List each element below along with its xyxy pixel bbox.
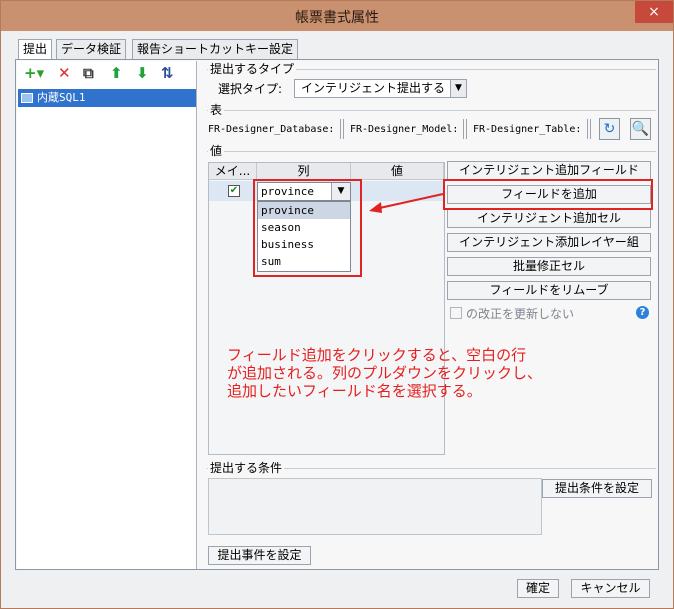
preview-icon: 🔍: [631, 121, 650, 137]
tab-shortcut-settings[interactable]: 報告ショートカットキー設定: [132, 39, 299, 60]
smart-add-field-button[interactable]: インテリジェント追加フィールド: [447, 161, 651, 180]
conditions-legend: 提出する条件: [208, 461, 285, 475]
tab-data-validation[interactable]: データ検証: [56, 39, 127, 60]
database-label: FR-Designer_Database:: [208, 124, 335, 135]
tree-item-label: 内蔵SQL1: [37, 91, 86, 104]
batch-modify-cell-button[interactable]: 批量修正セル: [447, 257, 651, 276]
submit-type-legend: 提出するタイプ: [208, 62, 297, 76]
delete-icon[interactable]: ✕: [58, 66, 71, 81]
sort-icon[interactable]: ⇅: [161, 66, 174, 81]
add-field-highlight-box: [443, 179, 653, 210]
smart-add-cell-button[interactable]: インテリジェント追加セル: [447, 209, 651, 228]
move-up-icon[interactable]: ⬆: [110, 66, 123, 81]
move-down-icon-glyph: ⬇: [136, 64, 149, 82]
annotation-line-1: フィールド追加をクリックすると、空白の行: [227, 346, 527, 364]
table-icon: [21, 93, 33, 103]
delete-icon-glyph: ✕: [58, 64, 71, 82]
tree-item-sql1[interactable]: 内蔵SQL1: [18, 89, 196, 107]
conditions-area[interactable]: [208, 478, 542, 535]
sort-icon-glyph: ⇅: [161, 64, 174, 82]
submit-type-value: インテリジェント提出する: [301, 81, 446, 95]
column-header-column[interactable]: 列: [257, 163, 351, 180]
table-divider: [207, 110, 656, 111]
row-main-checkbox[interactable]: ✔: [228, 185, 240, 197]
annotation-arrow-icon: [369, 193, 444, 213]
submit-type-select[interactable]: インテリジェント提出する: [294, 79, 467, 98]
ok-button[interactable]: 確定: [517, 579, 559, 598]
no-update-checkbox[interactable]: [450, 307, 462, 319]
move-down-icon[interactable]: ⬇: [136, 66, 149, 81]
refresh-icon: ↻: [603, 121, 616, 137]
select-type-label: 選択タイプ:: [218, 82, 283, 96]
set-conditions-button[interactable]: 提出条件を設定: [542, 479, 652, 498]
database-separator[interactable]: [340, 119, 344, 139]
copy-icon[interactable]: ⧉: [83, 66, 94, 81]
model-separator[interactable]: [463, 119, 467, 139]
table-legend: 表: [208, 103, 225, 117]
column-header-main[interactable]: メイ...: [209, 163, 257, 180]
help-icon[interactable]: ?: [636, 306, 649, 319]
smart-add-layer-group-button[interactable]: インテリジェント添加レイヤー組: [447, 233, 651, 252]
no-update-label: の改正を更新しない: [466, 307, 575, 321]
chevron-down-icon[interactable]: ▼: [450, 80, 466, 97]
annotation-text: フィールド追加をクリックすると、空白の行 が追加される。列のプルダウンをクリック…: [227, 346, 587, 400]
model-label: FR-Designer_Model:: [350, 124, 459, 135]
preview-button[interactable]: 🔍: [630, 118, 651, 140]
annotation-line-3: 追加したいフィールド名を選択する。: [227, 382, 482, 400]
table-separator[interactable]: [587, 119, 591, 139]
values-divider: [207, 151, 656, 152]
add-icon-glyph: +▾: [24, 64, 45, 82]
annotation-line-2: が追加される。列のプルダウンをクリックし、: [227, 364, 543, 382]
move-up-icon-glyph: ⬆: [110, 64, 123, 82]
datasource-list-panel: [17, 61, 197, 569]
copy-icon-glyph: ⧉: [83, 64, 94, 82]
refresh-button[interactable]: ↻: [599, 118, 620, 140]
remove-field-button[interactable]: フィールドをリムーブ: [447, 281, 651, 300]
dialog-window: 帳票書式属性 × 提出 データ検証 報告ショートカットキー設定 +▾ ✕ ⧉ ⬆…: [0, 0, 674, 609]
close-button[interactable]: ×: [635, 1, 673, 23]
column-header-value[interactable]: 値: [351, 163, 444, 180]
table-label: FR-Designer_Table:: [473, 124, 582, 135]
tab-submit[interactable]: 提出: [18, 39, 53, 61]
window-title: 帳票書式属性: [295, 10, 379, 26]
set-submit-event-button[interactable]: 提出事件を設定: [208, 546, 311, 565]
values-legend: 値: [208, 144, 225, 158]
cancel-button[interactable]: キャンセル: [571, 579, 650, 598]
add-icon[interactable]: +▾: [24, 66, 44, 81]
dropdown-highlight-box: [253, 179, 362, 277]
